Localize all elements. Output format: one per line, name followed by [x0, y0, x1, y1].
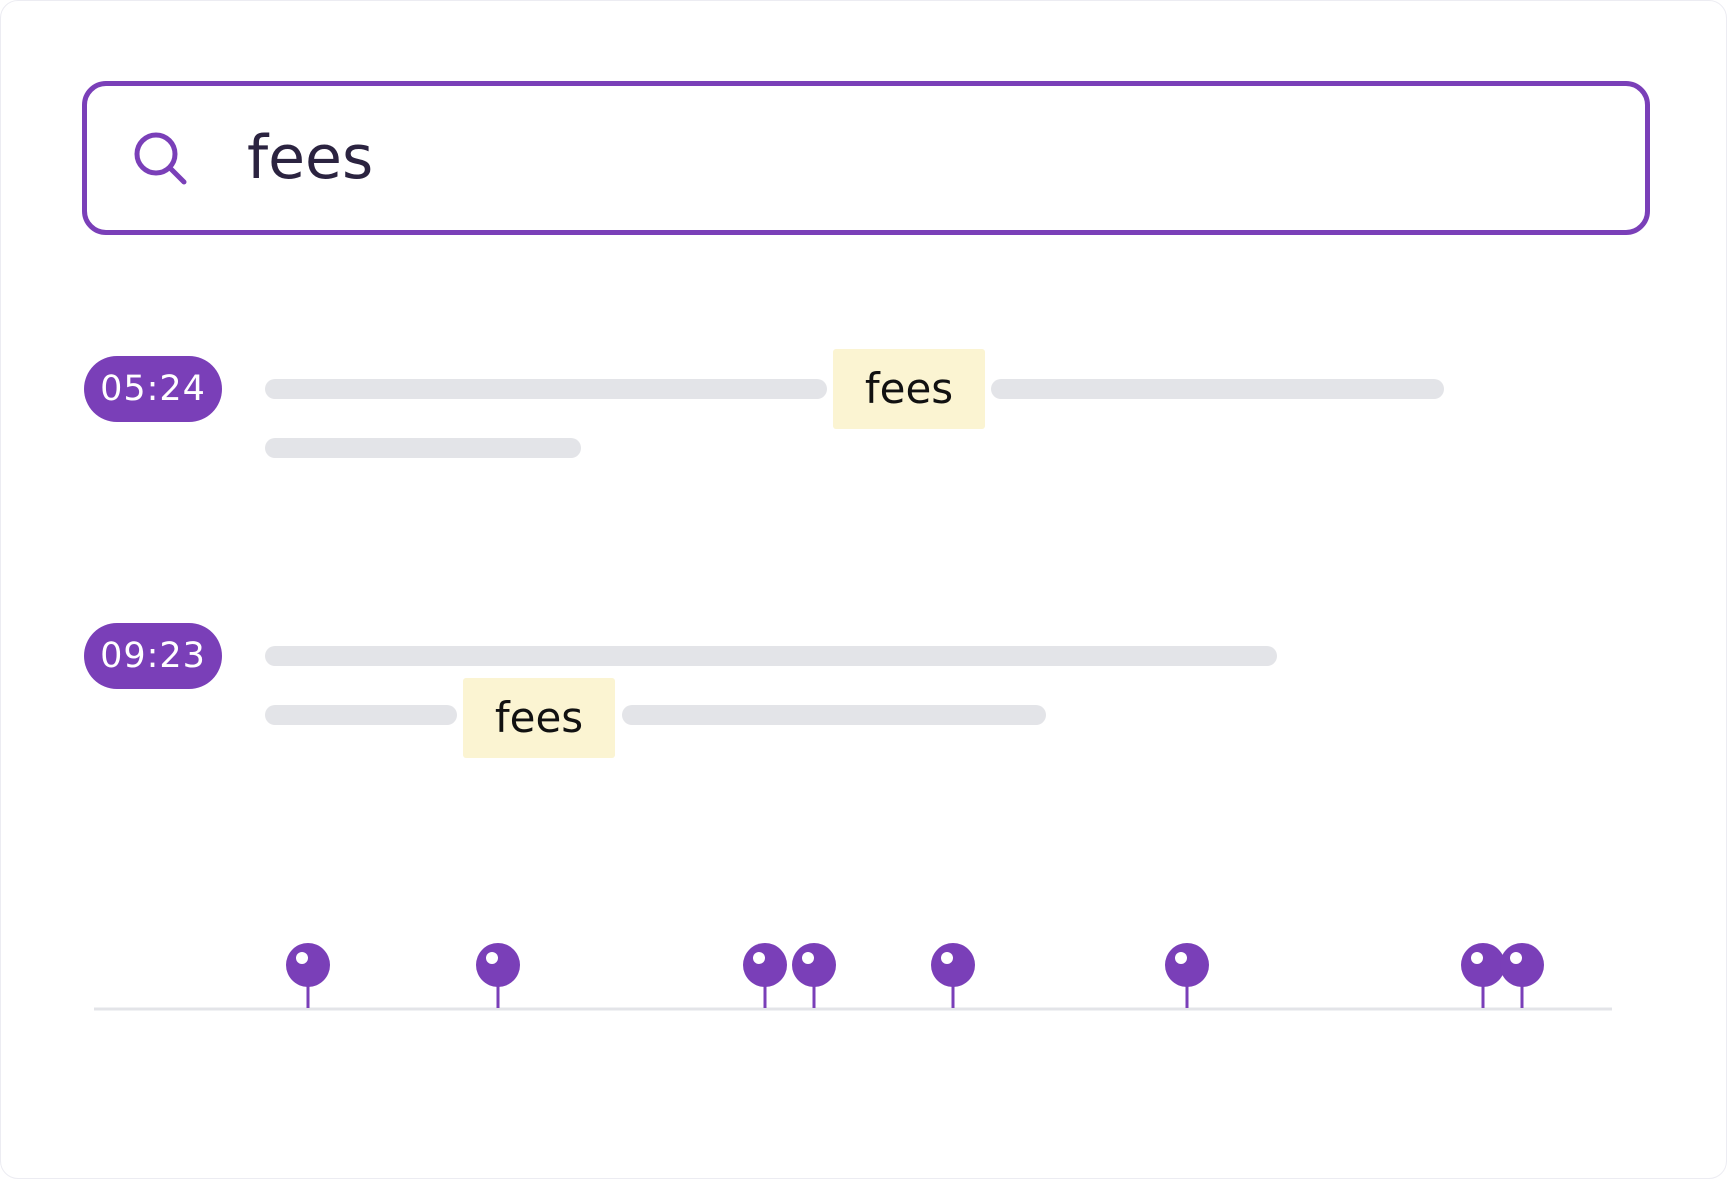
timeline-pin-7[interactable]: [1461, 943, 1505, 1008]
timeline-pin-2[interactable]: [476, 943, 520, 1008]
timeline-pin-3[interactable]: [743, 943, 787, 1008]
timeline-pin-8[interactable]: [1500, 943, 1544, 1008]
timeline-pin-1[interactable]: [286, 943, 330, 1008]
match-timeline: [94, 943, 1612, 1011]
timeline-pin-6[interactable]: [1165, 943, 1209, 1008]
search-results-card: 05:24 fees 09:23 fees: [0, 0, 1727, 1179]
timeline-pin-5[interactable]: [931, 943, 975, 1008]
timeline-pin-4[interactable]: [792, 943, 836, 1008]
